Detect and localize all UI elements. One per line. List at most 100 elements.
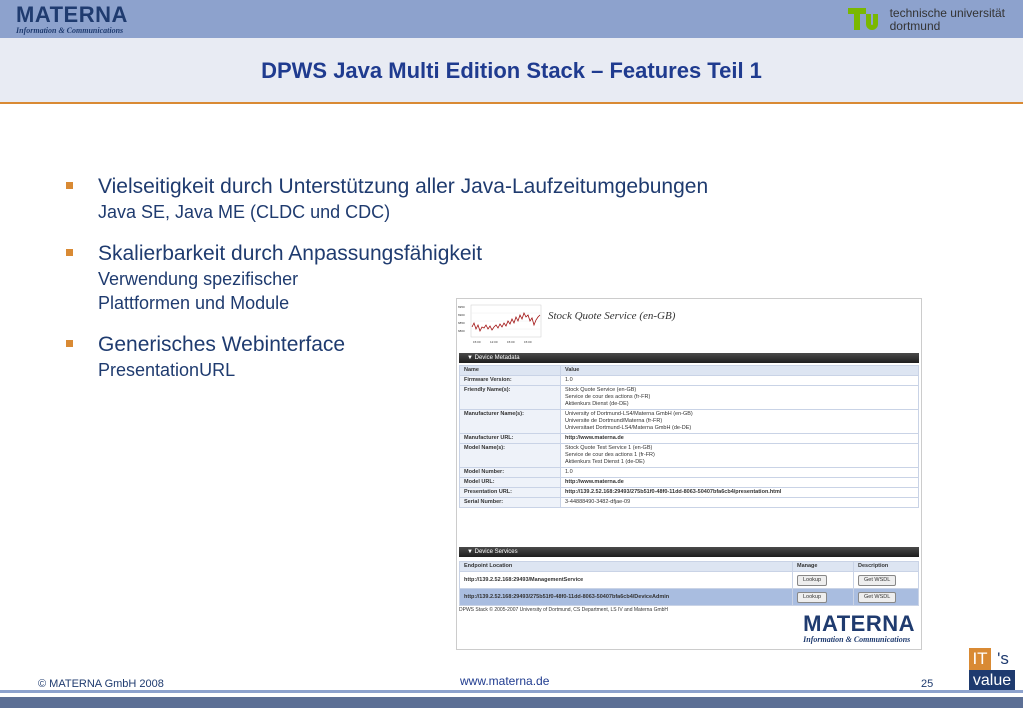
- table-row: http://139.2.52.168:29493/275b51f0-48f0-…: [459, 588, 919, 606]
- chart-y-tick: 6800: [458, 329, 465, 333]
- row-value-line: Universitaet Dortmund-LS4/Materna GmbH (…: [565, 425, 692, 431]
- tu-logo-text: technische universität dortmund: [890, 7, 1005, 33]
- endpoint-cell: http://139.2.52.168:29493/275b51f0-48f0-…: [459, 588, 793, 606]
- manufacturer-url-link[interactable]: http://www.materna.de: [565, 435, 914, 442]
- bullet-item: Vielseitigkeit durch Unterstützung aller…: [64, 174, 884, 224]
- row-value: 1.0: [560, 467, 919, 478]
- row-key: Manufacturer Name(s):: [459, 409, 561, 434]
- table-row: Model URL: http://www.materna.de: [459, 477, 919, 488]
- footer-divider: [0, 690, 1023, 693]
- presentation-url-link[interactable]: http://139.2.52.168:29493/275b51f0-48f0-…: [565, 489, 914, 496]
- lookup-button[interactable]: Lookup: [797, 591, 828, 603]
- row-key: Friendly Name(s):: [459, 385, 561, 410]
- row-value-line: Stock Quote Test Service 1 (en-GB): [565, 445, 653, 451]
- row-value-line: 1.0: [565, 469, 573, 475]
- table-row: Model Name(s): Stock Quote Test Service 1…: [459, 443, 919, 468]
- chart-y-tick: 6850: [458, 321, 465, 325]
- row-value-line: 1.0: [565, 377, 573, 383]
- web-interface-screenshot: 6950 6900 6850 6800 15:00 12:00 15:00 15…: [456, 298, 922, 650]
- col-manage: Manage: [792, 561, 854, 572]
- endpoint-cell: http://139.2.52.168:29493/ManagementServ…: [459, 571, 793, 589]
- row-value-line: Service de cour des actions (fr-FR): [565, 394, 651, 400]
- bullet-marker: [66, 340, 73, 347]
- chart-y-tick: 6950: [458, 305, 465, 309]
- badge-s: 's: [991, 648, 1015, 670]
- materna-logo-small: MATERNA Information & Communications: [803, 611, 915, 645]
- chart-y-tick: 6900: [458, 313, 465, 317]
- col-endpoint: Endpoint Location: [459, 561, 793, 572]
- col-description: Description: [853, 561, 919, 572]
- bullet-sub: Java SE, Java ME (CLDC und CDC): [98, 202, 391, 222]
- tu-dortmund-logo: technische universität dortmund: [847, 6, 1005, 34]
- description-cell: Get WSDL: [853, 571, 919, 589]
- row-key: Model Name(s):: [459, 443, 561, 468]
- footer-url[interactable]: www.materna.de: [460, 674, 549, 688]
- table-row: Manufacturer URL: http://www.materna.de: [459, 433, 919, 444]
- table-row: Firmware Version: 1.0: [459, 375, 919, 386]
- tu-line2: dortmund: [889, 19, 941, 33]
- badge-value: value: [969, 670, 1015, 692]
- services-section-header[interactable]: ▼ Device Services: [459, 547, 919, 557]
- table-row: Presentation URL: http://139.2.52.168:294…: [459, 487, 919, 498]
- row-key: Firmware Version:: [459, 375, 561, 386]
- row-value[interactable]: http://www.materna.de: [560, 477, 919, 488]
- table-row: Model Number: 1.0: [459, 467, 919, 478]
- get-wsdl-button[interactable]: Get WSDL: [858, 591, 897, 603]
- row-value-line: Aktienkurs Test Dienst 1 (de-DE): [565, 459, 645, 465]
- row-value[interactable]: http://139.2.52.168:29493/275b51f0-48f0-…: [560, 487, 919, 498]
- footer-copyright: © MATERNA GmbH 2008: [38, 678, 164, 690]
- row-value-line: Service de cour des actions 1 (fr-FR): [565, 452, 655, 458]
- its-value-badge: IT 's value: [969, 648, 1015, 694]
- row-key: Model URL:: [459, 477, 561, 488]
- table-row: Serial Number: 3-44888490-3482-dfjae-09: [459, 497, 919, 508]
- row-value: 1.0: [560, 375, 919, 386]
- metadata-table: Name Value Firmware Version: 1.0 Friendly …: [459, 365, 919, 508]
- metadata-header-label: Device Metadata: [474, 355, 520, 361]
- services-table: Endpoint Location Manage Description htt…: [459, 561, 919, 606]
- table-header-row: Endpoint Location Manage Description: [459, 561, 919, 572]
- table-row: http://139.2.52.168:29493/ManagementServ…: [459, 571, 919, 589]
- chart-x-tick: 12:00: [490, 340, 498, 344]
- row-value: Stock Quote Service (en-GB) Service de co…: [560, 385, 919, 410]
- bullet-main: Skalierbarkeit durch Anpassungsfähigkeit: [98, 242, 483, 265]
- row-value: 3-44888490-3482-dfjae-09: [560, 497, 919, 508]
- row-key: Presentation URL:: [459, 487, 561, 498]
- chart-x-tick: 15:00: [473, 340, 481, 344]
- materna-logo-tagline: Information & Communications: [16, 26, 124, 35]
- row-key: Manufacturer URL:: [459, 433, 561, 444]
- page-number: 25: [921, 678, 934, 690]
- services-header-label: Device Services: [474, 549, 518, 555]
- row-value: University of Dortmund-LS4/Materna GmbH …: [560, 409, 919, 434]
- description-cell: Get WSDL: [853, 588, 919, 606]
- row-value-line: Universite de Dortmund/Materna (fr-FR): [565, 418, 663, 424]
- tu-logo-icon: [847, 8, 878, 30]
- table-row: Friendly Name(s): Stock Quote Service (en…: [459, 385, 919, 410]
- row-value-line: University of Dortmund-LS4/Materna GmbH …: [565, 411, 693, 417]
- model-url-link[interactable]: http://www.materna.de: [565, 479, 914, 486]
- materna-logo-text: MATERNA: [16, 2, 128, 27]
- manage-cell: Lookup: [792, 588, 854, 606]
- bullet-marker: [66, 249, 73, 256]
- col-name: Name: [459, 365, 561, 376]
- row-key: Serial Number:: [459, 497, 561, 508]
- row-key: Model Number:: [459, 467, 561, 478]
- chart-x-tick: 15:00: [507, 340, 515, 344]
- stack-copyright: DPWS Stack © 2005-2007 University of Dor…: [459, 607, 669, 613]
- chart-x-tick: 15:00: [524, 340, 532, 344]
- bullet-main: Vielseitigkeit durch Unterstützung aller…: [98, 175, 709, 198]
- materna-logo-text: MATERNA: [803, 611, 915, 636]
- row-value[interactable]: http://www.materna.de: [560, 433, 919, 444]
- slide-title: DPWS Java Multi Edition Stack – Features…: [261, 58, 762, 83]
- row-value-line: Stock Quote Service (en-GB): [565, 387, 637, 393]
- stock-chart: 6950 6900 6850 6800 15:00 12:00 15:00 15…: [458, 304, 542, 344]
- metadata-section-header[interactable]: ▼ Device Metadata: [459, 353, 919, 363]
- col-value: Value: [560, 365, 919, 376]
- service-title: Stock Quote Service (en-GB): [548, 310, 676, 322]
- row-value: Stock Quote Test Service 1 (en-GB) Servic…: [560, 443, 919, 468]
- badge-it: IT: [969, 648, 991, 670]
- table-header-row: Name Value: [459, 365, 919, 376]
- manage-cell: Lookup: [792, 571, 854, 589]
- lookup-button[interactable]: Lookup: [797, 574, 828, 586]
- bullet-sub: Verwendung spezifischer: [98, 269, 299, 289]
- get-wsdl-button[interactable]: Get WSDL: [858, 574, 897, 586]
